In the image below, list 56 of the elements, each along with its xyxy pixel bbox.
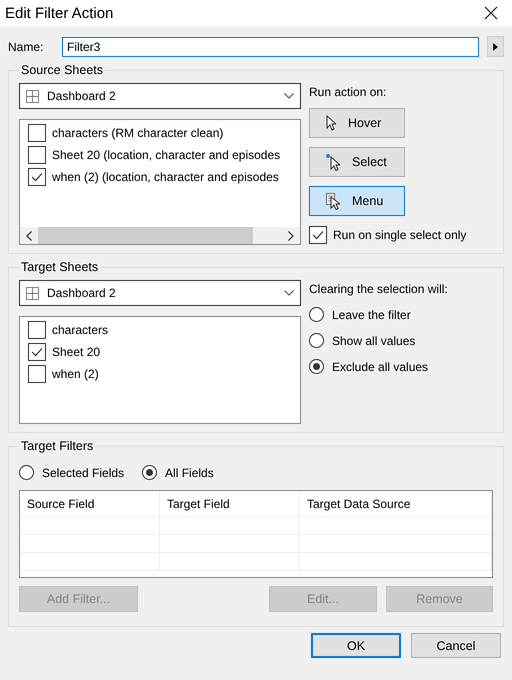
checkbox[interactable] bbox=[28, 321, 46, 339]
sheet-name[interactable]: Sheet 20 (location, character and episodes bbox=[52, 148, 280, 162]
dialog-button[interactable]: Cancel bbox=[411, 633, 501, 658]
section-title: Target Filters bbox=[20, 439, 94, 453]
radio-button[interactable] bbox=[309, 333, 324, 348]
sheet-name[interactable]: characters bbox=[52, 323, 108, 337]
run-action-button[interactable]: Menu bbox=[309, 186, 405, 216]
radio-button[interactable] bbox=[19, 465, 34, 480]
option-label[interactable]: All Fields bbox=[165, 466, 214, 480]
column-header: Source Field bbox=[20, 491, 160, 516]
checkbox[interactable] bbox=[28, 365, 46, 383]
option-label[interactable]: Selected Fields bbox=[42, 466, 124, 480]
checkbox[interactable] bbox=[28, 146, 46, 164]
column-header: Target Field bbox=[160, 491, 300, 516]
sheet-name[interactable]: when (2) bbox=[52, 367, 99, 381]
cursor-icon bbox=[326, 115, 336, 131]
checkbox[interactable] bbox=[28, 168, 46, 186]
run-action-button[interactable]: Select bbox=[309, 147, 405, 177]
section-title: Target Sheets bbox=[20, 260, 100, 274]
cursor-menu-icon bbox=[326, 192, 340, 210]
grid-icon bbox=[26, 90, 39, 102]
sheet-name[interactable]: characters (RM character clean) bbox=[52, 126, 224, 140]
run-action-button[interactable]: Hover bbox=[309, 108, 405, 138]
close-icon[interactable] bbox=[484, 6, 498, 20]
column-header: Target Data Source bbox=[300, 491, 492, 516]
sheet-dropdown[interactable]: Dashboard 2 bbox=[19, 83, 301, 109]
sheet-dropdown[interactable]: Dashboard 2 bbox=[19, 280, 301, 306]
sheet-name[interactable]: when (2) (location, character and episodes bbox=[52, 170, 279, 184]
option-label[interactable]: Leave the filter bbox=[332, 308, 411, 322]
horizontal-scrollbar[interactable] bbox=[20, 227, 300, 244]
dialog-button[interactable]: OK bbox=[311, 633, 401, 658]
expand-button[interactable] bbox=[487, 36, 504, 57]
checkbox[interactable] bbox=[28, 343, 46, 361]
section-title: Source Sheets bbox=[20, 63, 104, 77]
arrow-left-icon[interactable] bbox=[26, 230, 32, 240]
run-action-label: Run action on: bbox=[309, 85, 388, 99]
cursor-click-icon bbox=[326, 154, 340, 170]
window-title: Edit Filter Action bbox=[5, 4, 114, 22]
option-label[interactable]: Exclude all values bbox=[332, 360, 428, 374]
scrollbar-thumb[interactable] bbox=[38, 227, 253, 244]
grid-icon bbox=[26, 286, 39, 300]
radio-button[interactable] bbox=[309, 359, 324, 374]
sheet-name[interactable]: Sheet 20 bbox=[52, 345, 100, 359]
checkbox[interactable] bbox=[28, 124, 46, 142]
chevron-down-icon bbox=[284, 290, 294, 296]
option-label[interactable]: Show all values bbox=[332, 334, 416, 348]
arrow-right-icon[interactable] bbox=[288, 230, 294, 240]
triangle-icon bbox=[493, 42, 498, 50]
chevron-down-icon bbox=[284, 93, 294, 99]
checkbox[interactable] bbox=[309, 226, 327, 244]
name-label: Name: bbox=[8, 40, 44, 54]
radio-button[interactable] bbox=[309, 307, 324, 322]
clearing-label: Clearing the selection will: bbox=[309, 282, 448, 296]
radio-button[interactable] bbox=[142, 465, 158, 480]
name-field[interactable]: Filter3 bbox=[62, 36, 479, 56]
option-label[interactable]: Run on single select only bbox=[333, 228, 466, 242]
